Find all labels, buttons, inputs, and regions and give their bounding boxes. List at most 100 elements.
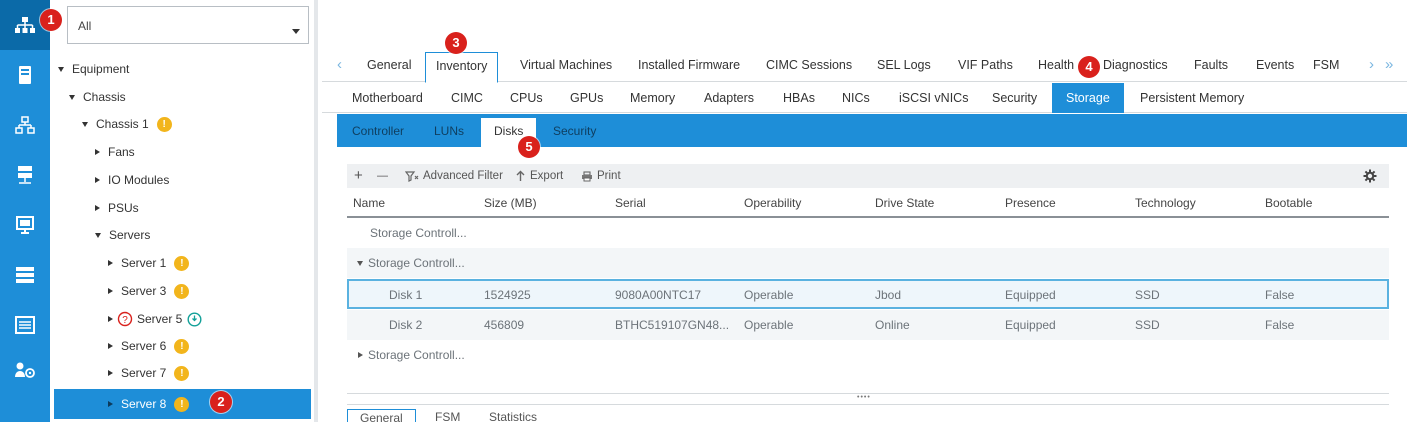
tree-node-fans[interactable]: Fans <box>95 140 135 164</box>
double-chevron-right-icon[interactable]: » <box>1385 56 1393 73</box>
svg-text:?: ? <box>122 315 128 326</box>
tab-general[interactable]: General <box>357 52 421 82</box>
column-header[interactable]: Serial <box>615 196 646 210</box>
tab-cimc[interactable]: CIMC <box>441 83 493 113</box>
column-header[interactable]: Technology <box>1135 196 1196 210</box>
tab-gpus[interactable]: GPUs <box>560 83 613 113</box>
vm-icon[interactable] <box>0 200 50 250</box>
tree-node-server-8[interactable]: Server 8 <box>108 392 190 416</box>
tab-cimc-sessions[interactable]: CIMC Sessions <box>756 52 862 82</box>
chassis-list-icon[interactable] <box>0 300 50 350</box>
server-icon[interactable] <box>0 50 50 100</box>
tab-cpus[interactable]: CPUs <box>500 83 553 113</box>
tab-faults[interactable]: Faults <box>1184 52 1238 82</box>
tab-security[interactable]: Security <box>982 83 1047 113</box>
tab-detail-statistics[interactable]: Statistics <box>477 409 549 422</box>
tree-node-equipment[interactable]: Equipment <box>58 57 129 81</box>
tab-persistent-memory[interactable]: Persistent Memory <box>1130 83 1254 113</box>
advanced-filter-button[interactable]: Advanced Filter <box>405 167 503 185</box>
expand-arrow-icon[interactable] <box>108 260 113 266</box>
tree-node-server-3[interactable]: Server 3 <box>108 279 190 303</box>
tab-luns[interactable]: LUNs <box>421 118 477 147</box>
tree-node-server-1[interactable]: Server 1 <box>108 251 190 275</box>
tab-adapters[interactable]: Adapters <box>694 83 764 113</box>
info-status-icon <box>187 311 202 327</box>
tree-node-chassis[interactable]: Chassis <box>69 85 126 109</box>
pane-splitter[interactable]: •••• <box>347 393 1389 401</box>
drag-handle-icon[interactable]: •••• <box>857 394 871 401</box>
column-header[interactable]: Presence <box>1005 196 1056 210</box>
tab-detail-general[interactable]: General <box>347 409 416 422</box>
expand-arrow-icon[interactable] <box>358 352 363 358</box>
table-row[interactable]: Disk 1 1524925 9080A00NTC17 Operable Jbo… <box>347 279 1389 309</box>
tree-node-server-5[interactable]: ? Server 5 <box>108 307 202 331</box>
tab-nics[interactable]: NICs <box>832 83 880 113</box>
cell-bootable: False <box>1265 318 1295 332</box>
tab-events[interactable]: Events <box>1246 52 1304 82</box>
expand-arrow-icon[interactable] <box>108 288 113 294</box>
table-row[interactable]: Disk 2 456809 BTHC519107GN48... Operable… <box>347 310 1389 340</box>
tab-vif-paths[interactable]: VIF Paths <box>948 52 1023 82</box>
add-button[interactable]: + <box>354 167 363 185</box>
chevron-left-icon[interactable]: ‹ <box>337 56 342 73</box>
tree-node-server-7[interactable]: Server 7 <box>108 361 190 385</box>
tab-motherboard[interactable]: Motherboard <box>342 83 433 113</box>
group-row[interactable]: Storage Controll... <box>347 218 1389 248</box>
tree-node-chassis-1[interactable]: Chassis 1 <box>82 112 172 136</box>
expand-arrow-icon[interactable] <box>108 401 113 407</box>
main-tabs: ‹ General Inventory Virtual Machines Ins… <box>322 48 1407 83</box>
tree-node-io-modules[interactable]: IO Modules <box>95 168 169 192</box>
expand-arrow-icon[interactable] <box>95 177 100 183</box>
tab-sel-logs[interactable]: SEL Logs <box>867 52 941 82</box>
expand-arrow-icon[interactable] <box>95 149 100 155</box>
tab-detail-fsm[interactable]: FSM <box>423 409 472 422</box>
expand-arrow-icon[interactable] <box>95 232 101 238</box>
column-header[interactable]: Drive State <box>875 196 934 210</box>
tab-controller[interactable]: Controller <box>339 118 417 147</box>
column-header[interactable]: Size (MB) <box>484 196 537 210</box>
group-label: Storage Controll... <box>368 348 465 362</box>
tab-hbas[interactable]: HBAs <box>773 83 825 113</box>
chevron-down-icon[interactable] <box>292 29 300 34</box>
tab-inventory[interactable]: Inventory <box>425 52 499 83</box>
group-row[interactable]: Storage Controll... <box>347 340 1389 370</box>
chevron-right-icon[interactable]: › <box>1369 56 1374 73</box>
export-button[interactable]: Export <box>515 167 563 185</box>
tab-health[interactable]: Health <box>1028 52 1084 82</box>
expand-arrow-icon[interactable] <box>95 205 100 211</box>
san-icon[interactable] <box>0 150 50 200</box>
tree-node-psus[interactable]: PSUs <box>95 196 139 220</box>
tab-storage-security[interactable]: Security <box>540 118 609 147</box>
tab-installed-firmware[interactable]: Installed Firmware <box>628 52 750 82</box>
expand-arrow-icon[interactable] <box>82 121 88 127</box>
admin-icon[interactable] <box>0 345 50 395</box>
storage-icon[interactable] <box>0 250 50 300</box>
column-header[interactable]: Name <box>353 196 385 210</box>
lan-icon[interactable] <box>0 100 50 150</box>
print-button[interactable]: Print <box>581 167 621 185</box>
settings-button[interactable] <box>1363 167 1381 185</box>
gear-icon <box>1363 169 1377 183</box>
group-row[interactable]: Storage Controll... <box>347 248 1389 278</box>
collapse-arrow-icon[interactable] <box>357 260 363 266</box>
tab-diagnostics[interactable]: Diagnostics <box>1093 52 1178 82</box>
tab-iscsi-vnics[interactable]: iSCSI vNICs <box>889 83 978 113</box>
callout-marker: 1 <box>40 9 62 31</box>
tab-fsm[interactable]: FSM <box>1303 52 1349 82</box>
expand-arrow-icon[interactable] <box>108 343 113 349</box>
expand-arrow-icon[interactable] <box>69 94 75 100</box>
column-header[interactable]: Operability <box>744 196 801 210</box>
cell-presence: Equipped <box>1005 288 1056 302</box>
tree-filter-value: All <box>78 19 92 33</box>
column-header[interactable]: Bootable <box>1265 196 1312 210</box>
tree-filter-select[interactable]: All <box>67 6 309 44</box>
tab-memory[interactable]: Memory <box>620 83 685 113</box>
tab-virtual-machines[interactable]: Virtual Machines <box>510 52 622 82</box>
tab-storage[interactable]: Storage <box>1052 83 1124 113</box>
tree-node-server-6[interactable]: Server 6 <box>108 334 190 358</box>
expand-arrow-icon[interactable] <box>108 370 113 376</box>
expand-arrow-icon[interactable] <box>58 66 64 72</box>
expand-arrow-icon[interactable] <box>108 316 113 322</box>
remove-button[interactable]: — <box>377 167 388 185</box>
tree-node-servers[interactable]: Servers <box>95 223 150 247</box>
